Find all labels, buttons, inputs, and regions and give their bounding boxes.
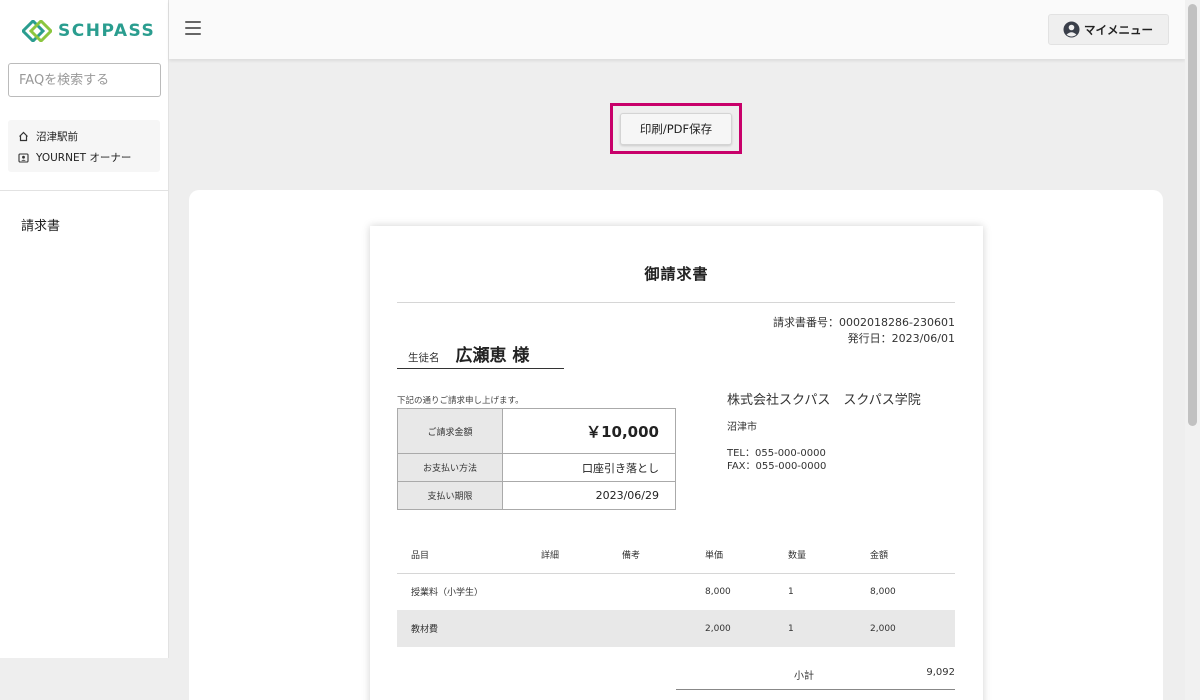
company-info: 株式会社スクパス スクパス学院 沼津市 TEL：055-000-0000 FAX… xyxy=(727,389,921,473)
invoice-document: 御請求書 請求書番号：0002018286-230601 発行日：2023/06… xyxy=(370,226,983,700)
company-tel: TEL：055-000-0000 xyxy=(727,448,826,459)
company-name: 株式会社スクパス スクパス学院 xyxy=(727,393,921,408)
payment-method: 口座引き落とし xyxy=(502,453,676,482)
billing-amount: ￥10,000 xyxy=(502,408,676,454)
item-name: 教材費 xyxy=(397,610,541,647)
print-pdf-button[interactable]: 印刷/PDF保存 xyxy=(620,113,732,145)
org-school-name: 沼津駅前 xyxy=(36,131,78,143)
column-header: 金額 xyxy=(870,536,955,574)
item-quantity: 1 xyxy=(788,586,794,597)
subtotal-value: 9,092 xyxy=(926,667,955,678)
summary-row-amount: ご請求金額 ￥10,000 xyxy=(397,408,676,454)
table-row: 授業料（小学生） 8,000 1 8,000 xyxy=(397,573,955,610)
item-unit-price: 8,000 xyxy=(705,586,731,597)
company-fax: FAX：055-000-0000 xyxy=(727,461,827,472)
invoice-number: 請求書番号：0002018286-230601 xyxy=(773,316,955,329)
sidebar-divider xyxy=(0,190,169,191)
item-note xyxy=(622,610,705,647)
item-quantity: 1 xyxy=(788,610,870,647)
brand-logo[interactable]: SCHPASS xyxy=(22,20,155,42)
scrollbar-thumb[interactable] xyxy=(1188,4,1197,426)
line-items-table: 品目 詳細 備考 単価 数量 金額 授業料（小学生） 8,000 1 8,000… xyxy=(397,536,955,647)
student-block: 生徒名 広瀬恵 様 xyxy=(397,343,564,369)
hamburger-menu-icon[interactable] xyxy=(185,21,201,35)
invoice-title: 御請求書 xyxy=(644,265,709,283)
org-owner-name: YOURNET オーナー xyxy=(36,152,132,164)
summary-table: ご請求金額 ￥10,000 お支払い方法 口座引き落とし 支払い期限 2023/… xyxy=(397,408,676,510)
item-unit-price: 2,000 xyxy=(705,610,788,647)
item-name: 授業料（小学生） xyxy=(411,588,484,599)
item-amount: 8,000 xyxy=(870,586,896,597)
student-label: 生徒名 xyxy=(408,352,440,364)
org-owner-row[interactable]: YOURNET オーナー xyxy=(18,147,160,168)
logo-icon xyxy=(22,20,52,42)
top-header: マイメニュー xyxy=(169,0,1185,59)
payment-deadline: 2023/06/29 xyxy=(502,481,676,510)
org-school-row[interactable]: 沼津駅前 xyxy=(18,126,160,147)
summary-label: ご請求金額 xyxy=(397,408,503,454)
sidebar: SCHPASS 沼津駅前 YOURNET オーナー 請求書 xyxy=(0,0,169,658)
sidebar-item-invoice[interactable]: 請求書 xyxy=(21,215,60,234)
title-divider xyxy=(397,302,955,303)
summary-label: お支払い方法 xyxy=(397,453,503,482)
summary-row-method: お支払い方法 口座引き落とし xyxy=(397,453,676,482)
column-header: 単価 xyxy=(705,536,788,574)
column-header: 数量 xyxy=(788,536,870,574)
column-header: 備考 xyxy=(622,536,705,574)
company-city: 沼津市 xyxy=(727,422,757,433)
my-menu-label: マイメニュー xyxy=(1084,22,1153,37)
summary-label: 支払い期限 xyxy=(397,481,503,510)
summary-row-deadline: 支払い期限 2023/06/29 xyxy=(397,481,676,510)
invoice-notice: 下記の通りご請求申し上げます。 xyxy=(397,396,524,406)
invoice-meta: 請求書番号：0002018286-230601 発行日：2023/06/01 xyxy=(773,315,955,347)
issue-date: 発行日：2023/06/01 xyxy=(847,332,955,345)
column-header: 品目 xyxy=(397,536,541,574)
faq-search-input[interactable] xyxy=(8,63,161,97)
table-header-row: 品目 詳細 備考 単価 数量 金額 xyxy=(397,536,955,574)
user-badge-icon xyxy=(18,153,29,163)
item-amount: 2,000 xyxy=(870,610,955,647)
item-detail xyxy=(541,573,622,610)
home-icon xyxy=(19,131,28,142)
item-detail xyxy=(541,610,622,647)
item-note xyxy=(622,573,705,610)
subtotal-row: 小計 9,092 xyxy=(676,661,955,690)
column-header: 詳細 xyxy=(541,536,622,574)
page-scrollbar[interactable] xyxy=(1185,0,1200,700)
brand-name: SCHPASS xyxy=(58,21,156,41)
student-name: 広瀬恵 様 xyxy=(455,346,530,366)
org-info: 沼津駅前 YOURNET オーナー xyxy=(8,120,160,172)
subtotal-label: 小計 xyxy=(794,671,814,682)
my-menu-button[interactable]: マイメニュー xyxy=(1048,14,1169,45)
table-row: 教材費 2,000 1 2,000 xyxy=(397,610,955,647)
user-circle-icon xyxy=(1063,21,1080,38)
